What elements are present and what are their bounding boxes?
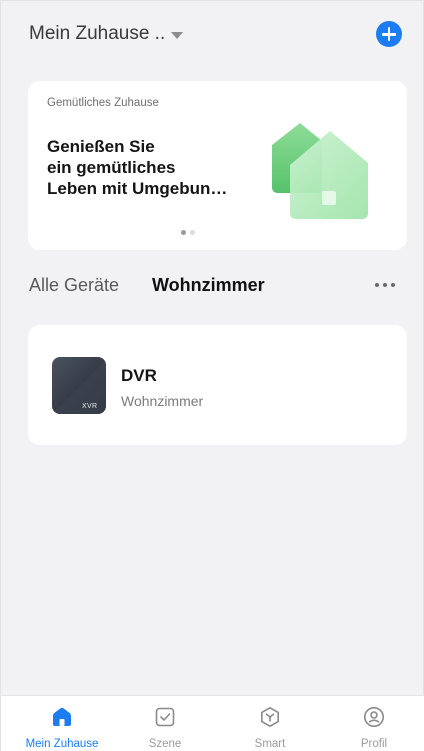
- device-name: DVR: [121, 366, 157, 385]
- nav-label: Smart: [254, 738, 286, 750]
- home-icon: [53, 707, 71, 726]
- cube-icon: [261, 707, 279, 727]
- nav-item-smart[interactable]: Smart: [225, 706, 315, 751]
- banner-headline-line: ein gemütliches: [47, 158, 176, 177]
- nav-label: Mein Zuhause: [25, 738, 99, 750]
- banner-headline-line: Genießen Sie: [47, 137, 155, 156]
- nav-item-scene[interactable]: Szene: [120, 706, 210, 751]
- caret-down-icon: [171, 31, 184, 39]
- device-card-dvr[interactable]: XVR DVR Wohnzimmer: [28, 325, 407, 445]
- banner-tag: Gemütliches Zuhause: [47, 97, 159, 109]
- tab-all-devices[interactable]: Alle Geräte: [29, 275, 119, 296]
- header: Mein Zuhause ..: [1, 1, 424, 71]
- banner-headline-line: Leben mit Umgebun…: [47, 179, 228, 198]
- tab-living-room[interactable]: Wohnzimmer: [152, 275, 265, 296]
- page-dot: [190, 230, 195, 235]
- checkbox-icon: [155, 707, 175, 727]
- device-icon-label: XVR: [82, 403, 98, 410]
- nav-item-profile[interactable]: Profil: [329, 706, 419, 751]
- room-tabs: Alle Geräte Wohnzimmer: [1, 273, 424, 299]
- home-selector[interactable]: Mein Zuhause ..: [29, 23, 184, 45]
- profile-icon: [364, 707, 384, 727]
- more-dots-icon[interactable]: [375, 283, 403, 291]
- nav-item-home[interactable]: Mein Zuhause: [17, 706, 107, 751]
- home-title: Mein Zuhause ..: [29, 23, 166, 44]
- banner-card[interactable]: Gemütliches Zuhause Genießen Sie ein gem…: [28, 81, 407, 250]
- page-dot-active: [181, 230, 186, 235]
- add-button[interactable]: [376, 21, 402, 47]
- device-room: Wohnzimmer: [121, 393, 204, 409]
- green-houses-illustration: [272, 123, 368, 219]
- nav-label: Szene: [148, 738, 182, 750]
- bottom-nav: Mein Zuhause Szene Smart Profil: [1, 695, 424, 751]
- dvr-device-icon: XVR: [52, 357, 106, 414]
- banner-page-indicator: [181, 230, 195, 235]
- nav-label: Profil: [360, 738, 388, 750]
- banner-headline: Genießen Sie ein gemütliches Leben mit U…: [47, 136, 252, 199]
